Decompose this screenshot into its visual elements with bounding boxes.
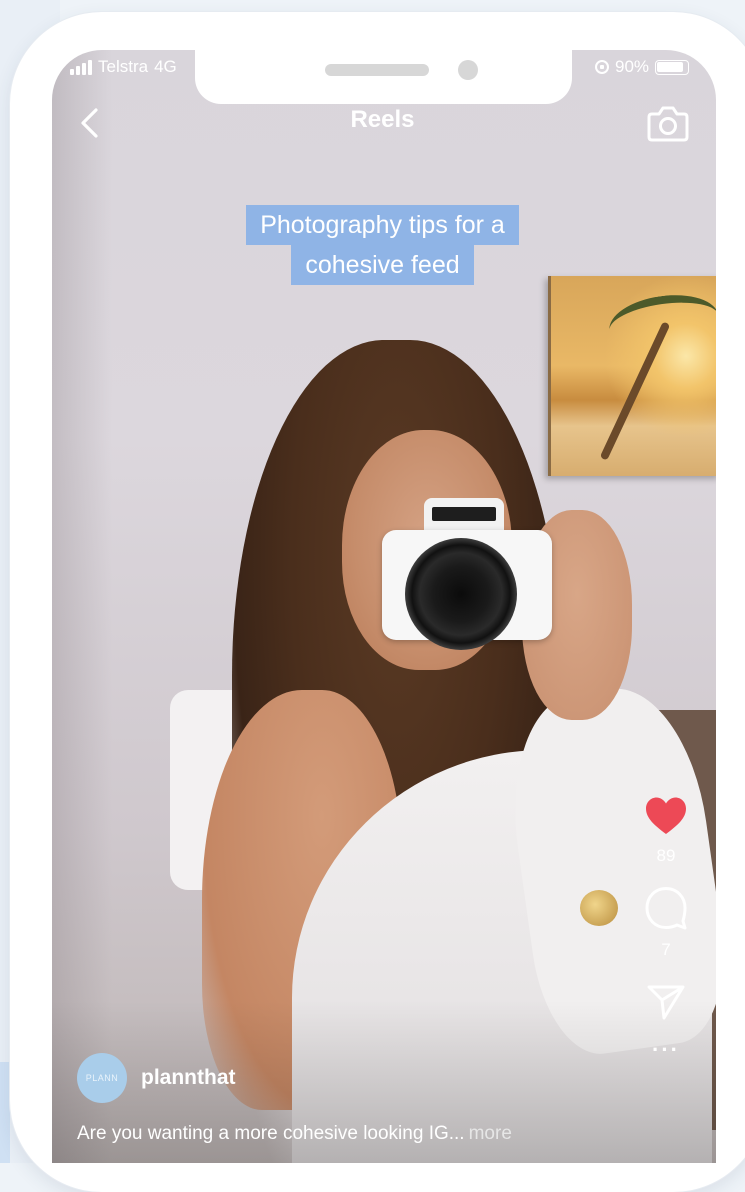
background-accent [0,1062,10,1163]
caption-line-1: Photography tips for a [246,205,519,245]
page-title: Reels [350,106,415,133]
more-link[interactable]: more [469,1123,512,1144]
status-bar-right: 90% [595,57,690,77]
speaker-grille [325,64,429,76]
battery-fill [657,61,684,72]
heart-icon[interactable] [644,796,688,836]
username[interactable]: plannthat [141,1066,236,1090]
status-bar-left: Telstra 4G [70,57,177,77]
video-caption: Photography tips for a cohesive feed [0,205,745,285]
signal-icon [70,59,92,75]
camera-brand-plate [432,507,496,521]
action-rail: 89 7 ··· [636,796,696,1061]
caption-line-2: cohesive feed [291,245,474,285]
avatar[interactable]: PLANN [77,1053,127,1103]
front-camera [458,60,478,80]
network-type: 4G [154,57,177,76]
palm-leaves [605,288,716,358]
post-author[interactable]: PLANN plannthat [77,1053,236,1103]
description-text: Are you wanting a more cohesive looking … [77,1123,465,1144]
comment-count: 7 [661,940,671,959]
cufflink [580,890,618,926]
camera-lens [405,538,517,650]
rotation-lock-icon [595,60,609,74]
post-description[interactable]: Are you wanting a more cohesive looking … [77,1123,512,1145]
battery-percent: 90% [615,57,650,76]
like-count: 89 [656,846,676,865]
beach-painting [548,276,716,476]
more-dots-icon[interactable]: ··· [652,1039,680,1061]
send-icon[interactable] [646,982,686,1022]
carrier-name: Telstra [98,57,149,76]
comment-icon[interactable] [644,886,688,930]
battery-icon [655,59,690,75]
camera-icon[interactable] [646,103,690,143]
